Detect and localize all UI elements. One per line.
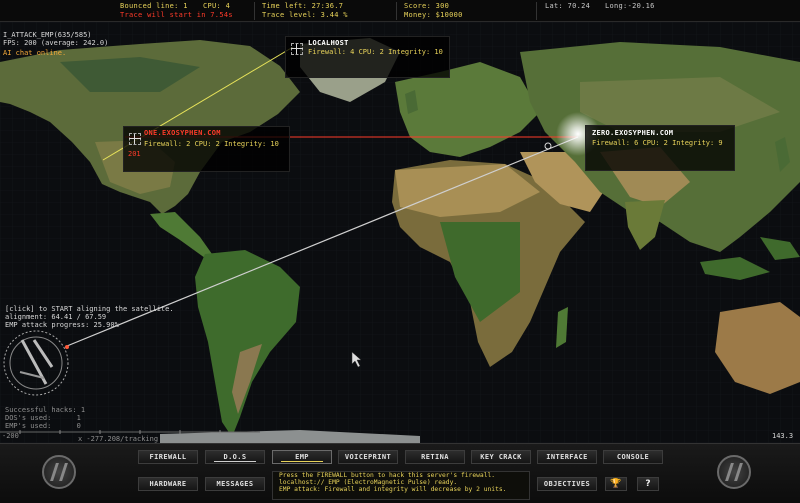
button-label: D.O.S [223,453,247,461]
button-label: FIREWALL [149,453,187,461]
scale-right: 143.3 [772,432,794,440]
button-label: HARDWARE [149,480,187,488]
underline [281,461,323,462]
message-line: Press the FIREWALL button to hack this s… [279,472,496,479]
server-stats: Firewall: 6 CPU: 2 Integrity: 9 [592,139,723,147]
server-name: LOCALHOST [308,39,349,47]
logo-icon [717,455,751,489]
help-button[interactable]: ? [637,477,659,491]
server-panel-localhost[interactable]: LOCALHOST Firewall: 4 CPU: 2 Integrity: … [285,36,450,78]
button-label: EMP [295,453,309,461]
target-reticle-icon [129,133,141,145]
longitude: Long:-20.16 [605,2,655,10]
key-crack-button[interactable]: KEY CRACK [471,450,531,464]
control-panel: FIREWALL D.O.S EMP VOICEPRINT RETINA KEY… [0,443,800,503]
server-name: ONE.EXOSYPHEN.COM [144,129,221,137]
status-bar: Bounced line: 1 CPU: 4 Trace will start … [0,0,800,22]
trophy-button[interactable]: 🏆 [605,477,627,491]
fps-readout: FPS: 200 (average: 242.0) [3,39,109,47]
retina-button[interactable]: RETINA [405,450,465,464]
score: Score: 300 [404,2,450,10]
map-graphics [0,22,800,443]
button-label: OBJECTIVES [543,480,591,488]
objectives-button[interactable]: OBJECTIVES [537,477,597,491]
message-line: EMP attack: Firewall and integrity will … [279,486,507,493]
divider [396,2,397,20]
emp-used: EMP's used: 0 [5,422,81,430]
bounced-line: Bounced line: 1 [120,2,188,10]
time-left: Time left: 27:36.7 [262,2,344,10]
hardware-button[interactable]: HARDWARE [138,477,198,491]
message-line: localhost:// EMP (ElectroMagnetic Pulse)… [279,479,458,486]
divider [536,2,537,20]
console-button[interactable]: CONSOLE [603,450,663,464]
emp-progress: EMP attack progress: 25.90% [5,321,119,329]
latitude: Lat: 70.24 [545,2,591,10]
interface-button[interactable]: INTERFACE [537,450,597,464]
trace-level: Trace level: 3.44 % [262,11,348,19]
button-label: INTERFACE [546,453,588,461]
help-icon: ? [645,479,651,489]
emp-button[interactable]: EMP [272,450,332,464]
logo-icon [42,455,76,489]
money: Money: $10000 [404,11,463,19]
button-label: CONSOLE [616,453,650,461]
server-stats: Firewall: 2 CPU: 2 Integrity: 10 [144,140,279,148]
server-name: ZERO.EXOSYPHEN.COM [592,129,674,137]
divider [254,2,255,20]
cpu-count: CPU: 4 [203,2,231,10]
button-label: RETINA [421,453,449,461]
server-tag: 201 [128,150,141,158]
voiceprint-button[interactable]: VOICEPRINT [338,450,398,464]
firewall-button[interactable]: FIREWALL [138,450,198,464]
ai-chat-status: AI chat online. [3,49,67,57]
server-stats: Firewall: 4 CPU: 2 Integrity: 10 [308,48,443,56]
button-label: MESSAGES [216,480,254,488]
dos-button[interactable]: D.O.S [205,450,265,464]
trace-start-timer: Trace will start in 7.54s [120,11,233,19]
message-log: Press the FIREWALL button to hack this s… [272,471,530,500]
server-panel-zero[interactable]: ZERO.EXOSYPHEN.COM Firewall: 6 CPU: 2 In… [585,125,735,171]
server-panel-one[interactable]: ONE.EXOSYPHEN.COM Firewall: 2 CPU: 2 Int… [123,126,290,172]
target-reticle-icon [291,43,303,55]
scale-left: -200 [2,432,19,440]
button-label: KEY CRACK [480,453,522,461]
button-label: VOICEPRINT [344,453,392,461]
world-map[interactable]: I_ATTACK_EMP(635/585) FPS: 200 (average:… [0,22,800,443]
underline [214,461,256,462]
messages-button[interactable]: MESSAGES [205,477,265,491]
scale-tracking: x -277.208/tracking [78,435,159,443]
trophy-icon: 🏆 [610,479,622,489]
